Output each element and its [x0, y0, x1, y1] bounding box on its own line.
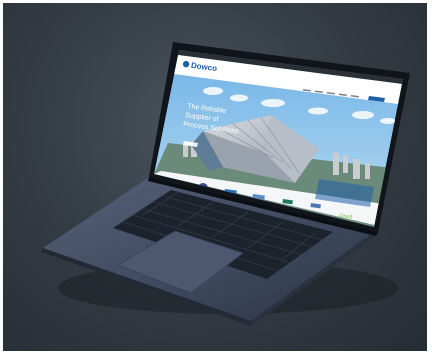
laptop-illustration: The Reliable Supplier of Process Solutio… [41, 42, 410, 326]
laptop-mockup-photo: The Reliable Supplier of Process Solutio… [3, 3, 427, 351]
photo-frame: The Reliable Supplier of Process Solutio… [0, 0, 432, 356]
